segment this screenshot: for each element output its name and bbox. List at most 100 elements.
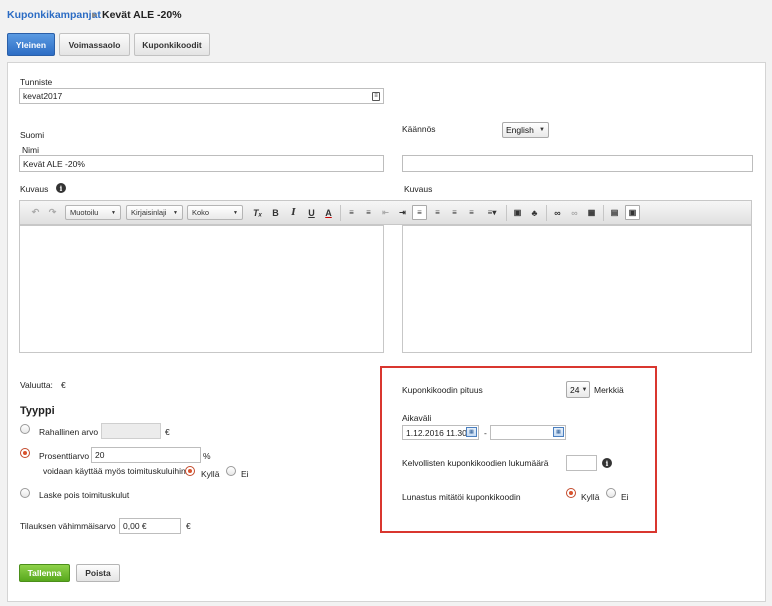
currency-value: €: [61, 380, 66, 390]
source-icon[interactable]: ▤: [607, 205, 622, 220]
link-icon[interactable]: ∞: [550, 205, 565, 220]
name-label: Nimi: [22, 145, 39, 155]
table-icon[interactable]: ▦: [584, 205, 599, 220]
undo-icon[interactable]: ↶: [28, 205, 43, 220]
redeem-yes-label: Kyllä: [581, 492, 600, 502]
id-input[interactable]: kevat2017 ≡: [19, 88, 384, 104]
chevron-down-icon: ▼: [233, 209, 238, 216]
translation-language-value: English: [506, 125, 534, 135]
percent-label: Prosenttiarvo: [39, 451, 90, 461]
description-label: Kuvaus: [20, 184, 49, 194]
percent-input-value: 20: [95, 450, 105, 460]
name-input[interactable]: Kevät ALE -20%: [19, 155, 384, 172]
percent-input[interactable]: 20: [91, 447, 201, 463]
toolbar-divider: [506, 205, 507, 221]
percent-radio[interactable]: [20, 448, 30, 458]
page-title: Kevät ALE -20%: [102, 9, 182, 21]
calendar-icon[interactable]: ▦: [466, 427, 477, 437]
unlink-icon[interactable]: ∞: [567, 205, 582, 220]
size-select[interactable]: Koko ▼: [187, 205, 243, 220]
min-order-input-value: 0,00 €: [123, 521, 147, 531]
monetary-label: Rahallinen arvo: [39, 427, 99, 437]
tab-voimassaolo[interactable]: Voimassaolo: [59, 33, 130, 56]
redeem-label: Lunastus mitätöi kuponkikoodin: [402, 492, 521, 502]
toolbar-divider: [340, 205, 341, 221]
chars-label: Merkkiä: [594, 385, 624, 395]
redo-icon[interactable]: ↷: [45, 205, 60, 220]
translation-name-input[interactable]: [402, 155, 753, 172]
valid-count-input[interactable]: [566, 455, 597, 471]
breadcrumb-parent-link[interactable]: Kuponkikampanjat: [7, 9, 101, 21]
line-height-icon[interactable]: ≡▾: [481, 205, 503, 220]
breadcrumb-separator-icon: ▶: [92, 12, 98, 19]
outdent-icon[interactable]: ⇤: [378, 205, 393, 220]
min-order-input[interactable]: 0,00 €: [119, 518, 181, 534]
info-icon[interactable]: i: [602, 458, 612, 468]
redeem-yes-radio[interactable]: [566, 488, 576, 498]
translation-language-select[interactable]: English ▼: [502, 122, 549, 138]
chevron-down-icon: ▼: [111, 209, 116, 216]
format-select[interactable]: Muotoilu ▼: [65, 205, 121, 220]
indent-icon[interactable]: ⇥: [395, 205, 410, 220]
align-right-icon[interactable]: ≡: [447, 205, 462, 220]
code-length-select[interactable]: 24 ▼: [566, 381, 590, 398]
redeem-no-radio[interactable]: [606, 488, 616, 498]
toolbar-divider: [603, 205, 604, 221]
currency-label: Valuutta:: [20, 380, 53, 390]
description-editor[interactable]: [19, 225, 384, 353]
period-start-value: 1.12.2016 11.30: [406, 427, 467, 438]
font-select-value: Kirjaisinlaji: [131, 208, 167, 217]
font-select[interactable]: Kirjaisinlaji ▼: [126, 205, 183, 220]
puzzle-icon[interactable]: ♣: [527, 205, 542, 220]
language-label: Suomi: [20, 130, 45, 140]
translation-description-label: Kuvaus: [404, 184, 433, 194]
delete-button[interactable]: Poista: [76, 564, 120, 582]
bold-icon[interactable]: B: [268, 205, 283, 220]
calendar-icon[interactable]: ▦: [553, 427, 564, 437]
type-heading: Tyyppi: [20, 405, 55, 417]
chevron-down-icon: ▼: [539, 127, 545, 133]
period-label: Aikaväli: [402, 413, 432, 423]
monetary-radio[interactable]: [20, 424, 30, 434]
shipping-no-label: Ei: [241, 469, 249, 479]
tab-kuponkikoodit[interactable]: Kuponkikoodit: [134, 33, 210, 56]
shipping-question: voidaan käyttää myös toimituskuluihin: [43, 466, 186, 476]
min-order-label: Tilauksen vähimmäisarvo: [20, 521, 116, 531]
image-icon[interactable]: ▣: [510, 205, 525, 220]
redeem-no-label: Ei: [621, 492, 629, 502]
underline-icon[interactable]: U: [304, 205, 319, 220]
ordered-list-icon[interactable]: ≡: [344, 205, 359, 220]
text-color-icon[interactable]: A: [321, 205, 336, 220]
chevron-down-icon: ▼: [581, 386, 588, 393]
save-button[interactable]: Tallenna: [19, 564, 70, 582]
code-length-value: 24: [570, 384, 580, 395]
monetary-input[interactable]: [101, 423, 161, 439]
min-order-unit: €: [186, 521, 191, 531]
id-label: Tunniste: [20, 77, 53, 87]
shipping-yes-radio[interactable]: [185, 466, 195, 476]
format-select-value: Muotoilu: [70, 208, 99, 217]
info-icon[interactable]: i: [56, 183, 66, 193]
code-length-label: Kuponkikoodin pituus: [402, 385, 483, 395]
clipboard-icon[interactable]: ≡: [372, 91, 380, 101]
italic-icon[interactable]: I: [286, 205, 301, 220]
shipping-no-radio[interactable]: [226, 466, 236, 476]
editor-toolbar: ↶ ↷ Muotoilu ▼ Kirjaisinlaji ▼ Koko ▼ Tₓ B …: [19, 200, 752, 225]
valid-count-label: Kelvollisten kuponkikoodien lukumäärä: [402, 458, 549, 468]
percent-unit: %: [203, 451, 211, 461]
fullscreen-icon[interactable]: ▣: [625, 205, 640, 220]
justify-icon[interactable]: ≡: [464, 205, 479, 220]
shipping-deduct-radio[interactable]: [20, 488, 30, 498]
align-center-icon[interactable]: ≡: [430, 205, 445, 220]
name-input-value: Kevät ALE -20%: [23, 158, 85, 169]
tab-yleinen[interactable]: Yleinen: [7, 33, 55, 56]
shipping-deduct-label: Laske pois toimituskulut: [39, 490, 130, 500]
monetary-unit: €: [165, 427, 170, 437]
bullet-list-icon[interactable]: ≡: [361, 205, 376, 220]
translation-label: Käännös: [402, 124, 436, 134]
shipping-yes-label: Kyllä: [201, 469, 220, 479]
align-left-icon[interactable]: ≡: [412, 205, 427, 220]
clear-format-icon[interactable]: Tₓ: [250, 205, 265, 220]
translation-description-editor[interactable]: [402, 225, 752, 353]
id-input-value: kevat2017: [23, 91, 63, 101]
